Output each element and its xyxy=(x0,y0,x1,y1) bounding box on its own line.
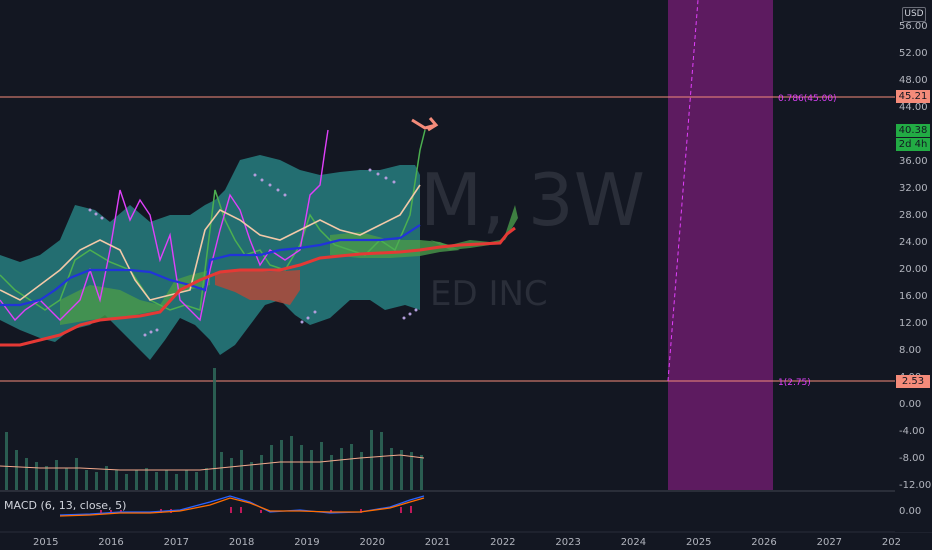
price-axis-tick: 12.00 xyxy=(899,318,928,329)
price-axis-tick: 36.00 xyxy=(899,156,928,167)
time-axis-tick: 2015 xyxy=(33,537,58,548)
annotation-arrow-head xyxy=(427,117,439,132)
price-axis-tick: 44.00 xyxy=(899,102,928,113)
price-axis-tick: 48.00 xyxy=(899,75,928,86)
chart-canvas[interactable]: M, 3W ED INC 0.786(45.00) 1(2.75) 2015 2… xyxy=(0,0,932,550)
price-axis-tick: -8.00 xyxy=(899,453,925,464)
time-axis-tick: 2022 xyxy=(490,537,515,548)
price-axis-tick: 16.00 xyxy=(899,291,928,302)
time-axis-tick: 2024 xyxy=(621,537,646,548)
watermark-symbol: M, 3W xyxy=(420,158,645,242)
highlight-zone xyxy=(668,0,773,490)
time-axis-bar[interactable] xyxy=(0,532,932,550)
macd-indicator-label[interactable]: MACD (6, 13, close, 5) xyxy=(4,499,126,512)
price-axis-tick: 28.00 xyxy=(899,210,928,221)
fib-label-upper: 0.786(45.00) xyxy=(778,94,837,104)
price-axis-tick: 52.00 xyxy=(899,48,928,59)
price-axis-tick: 0.00 xyxy=(899,399,921,410)
time-axis-tick: 2025 xyxy=(686,537,711,548)
time-axis-tick: 2018 xyxy=(229,537,254,548)
price-axis-tick: 56.00 xyxy=(899,21,928,32)
price-axis-tick: 24.00 xyxy=(899,237,928,248)
time-axis-tick: 2021 xyxy=(425,537,450,548)
time-axis-tick: 2019 xyxy=(294,537,319,548)
macd-axis-tick: 0.00 xyxy=(899,506,921,517)
price-axis-tick: 20.00 xyxy=(899,264,928,275)
price-tag-lower-level: 2.53 xyxy=(896,375,930,388)
currency-label[interactable]: USD xyxy=(902,7,926,22)
volume-bars xyxy=(5,368,423,490)
time-axis-tick: 2027 xyxy=(817,537,842,548)
price-tag-upper-level: 45.21 xyxy=(896,90,930,103)
time-axis-tick: 2017 xyxy=(164,537,189,548)
price-tag-countdown: 2d 4h xyxy=(896,138,930,151)
time-axis-tick: 2023 xyxy=(555,537,580,548)
price-tag-last: 40.38 xyxy=(896,124,930,137)
price-axis-tick: -12.00 xyxy=(899,480,931,491)
watermark-name: ED INC xyxy=(430,274,548,314)
fib-label-lower: 1(2.75) xyxy=(778,378,811,388)
time-axis-tick: 2016 xyxy=(98,537,123,548)
price-axis-tick: 32.00 xyxy=(899,183,928,194)
price-axis-tick: -4.00 xyxy=(899,426,925,437)
time-axis-tick: 202 xyxy=(882,537,901,548)
time-axis-tick: 2026 xyxy=(751,537,776,548)
time-axis-tick: 2020 xyxy=(360,537,385,548)
price-axis-tick: 8.00 xyxy=(899,345,921,356)
